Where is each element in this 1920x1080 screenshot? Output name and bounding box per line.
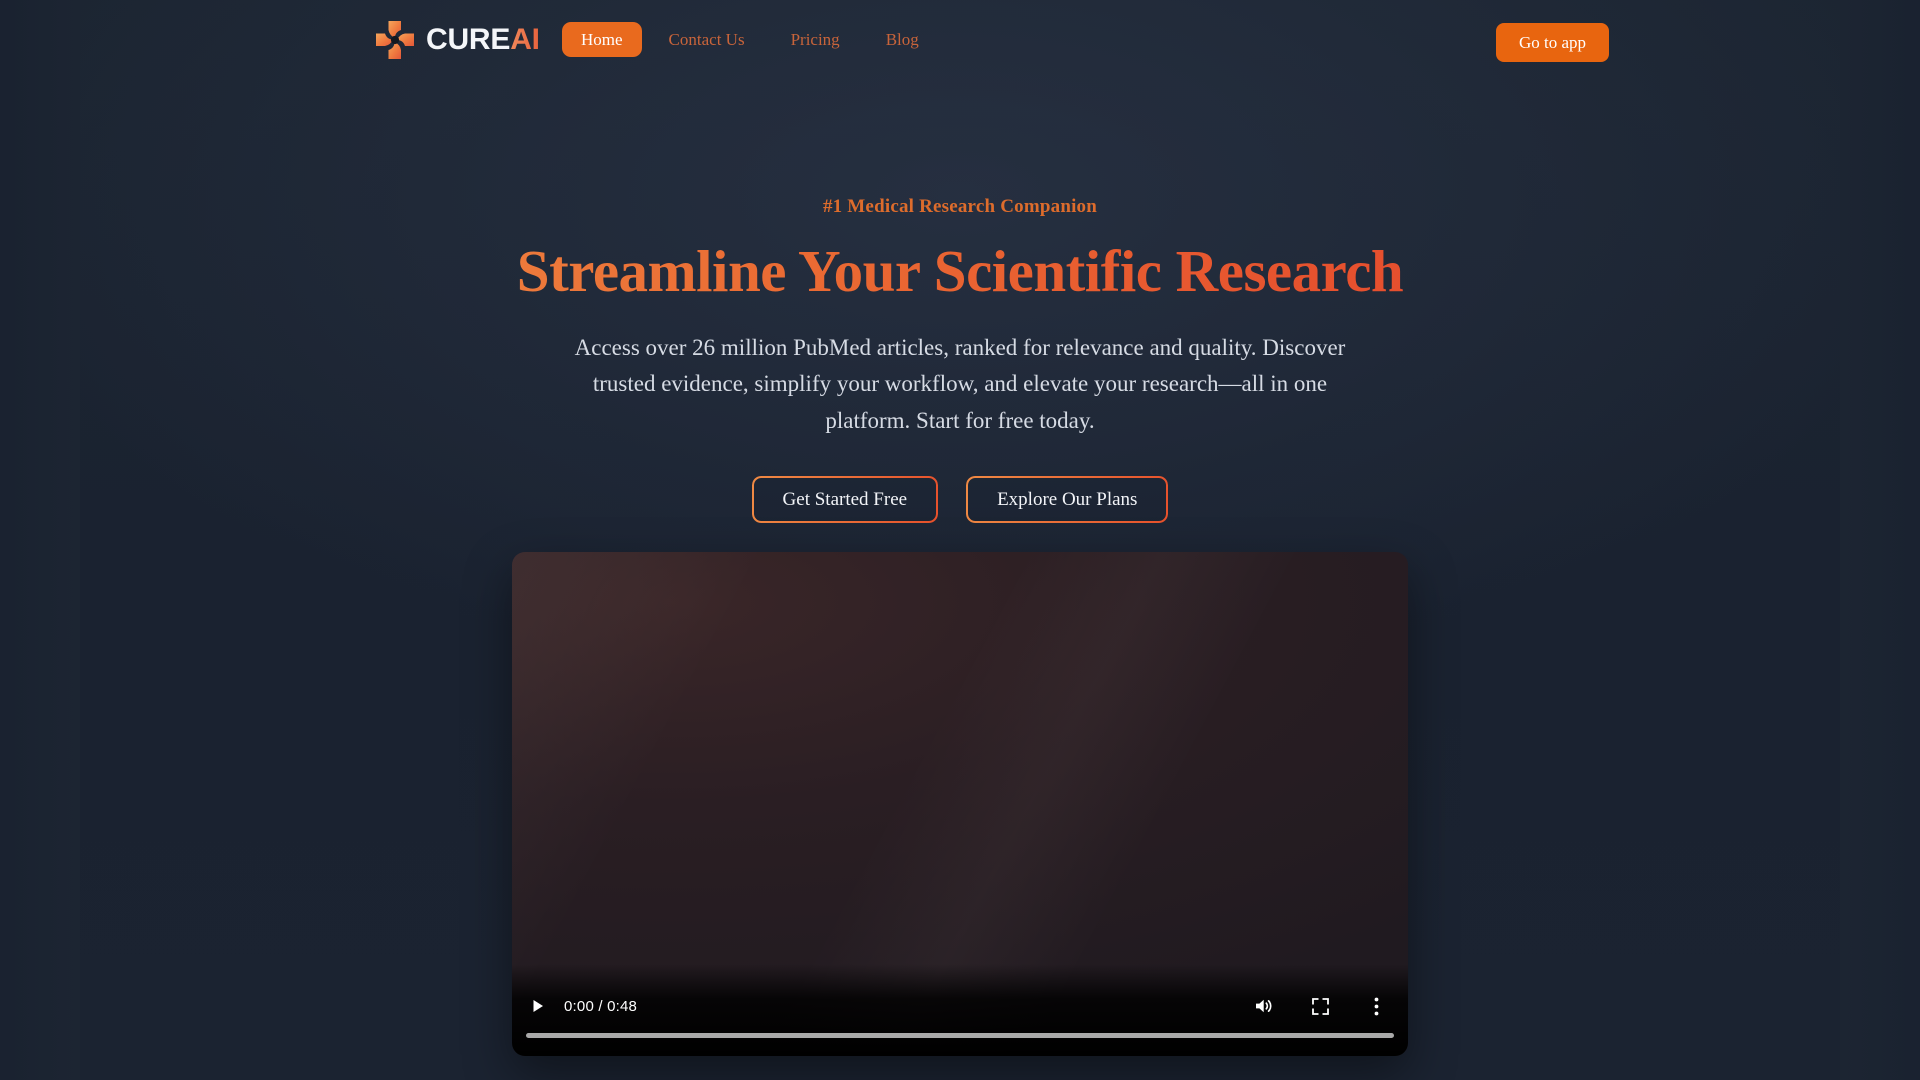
brand-wordmark: CUREAI [426, 25, 540, 55]
page-gutter-left [0, 0, 80, 1080]
video-controls-right [1252, 994, 1394, 1018]
landing-page: CUREAI Home Contact Us Pricing Blog Go t… [0, 0, 1920, 1080]
go-to-app-button[interactable]: Go to app [1495, 23, 1609, 62]
nav-item-home[interactable]: Home [562, 22, 642, 57]
explore-our-plans-button[interactable]: Explore Our Plans [966, 475, 1169, 523]
brand-logo[interactable]: CUREAI [374, 18, 540, 62]
fullscreen-icon[interactable] [1308, 994, 1332, 1018]
nav-item-contact-us[interactable]: Contact Us [650, 22, 764, 57]
brand-name-primary: CURE [426, 23, 511, 56]
hero-section: #1 Medical Research Companion Streamline… [0, 196, 1920, 523]
nav-item-pricing[interactable]: Pricing [772, 22, 859, 57]
get-started-free-button[interactable]: Get Started Free [751, 475, 939, 523]
site-header: CUREAI Home Contact Us Pricing Blog Go t… [0, 0, 1920, 82]
nav-item-blog[interactable]: Blog [867, 22, 938, 57]
volume-icon[interactable] [1252, 994, 1276, 1018]
brand-name-accent: AI [510, 23, 540, 56]
main-navigation: Home Contact Us Pricing Blog [562, 22, 938, 57]
play-icon[interactable] [526, 994, 550, 1018]
video-controls-bar: 0:00 / 0:48 [512, 990, 1408, 1022]
video-controls-left: 0:00 / 0:48 [526, 994, 637, 1018]
page-scrollbar[interactable] [1906, 0, 1920, 1080]
kebab-menu-icon[interactable] [1364, 994, 1388, 1018]
video-progress-bar[interactable] [526, 1033, 1394, 1038]
hero-video-player[interactable]: 0:00 / 0:48 [512, 552, 1408, 1056]
hero-eyebrow: #1 Medical Research Companion [822, 196, 1098, 217]
video-time-display: 0:00 / 0:48 [564, 997, 638, 1015]
hero-subcopy: Access over 26 million PubMed articles, … [574, 334, 1346, 433]
hero-cta-row: Get Started Free Explore Our Plans [0, 475, 1920, 523]
hero-headline: Streamline Your Scientific Research [0, 238, 1920, 304]
cure-ai-cross-pinwheel-logo-icon [376, 21, 414, 59]
video-progress-track [526, 1033, 1394, 1038]
